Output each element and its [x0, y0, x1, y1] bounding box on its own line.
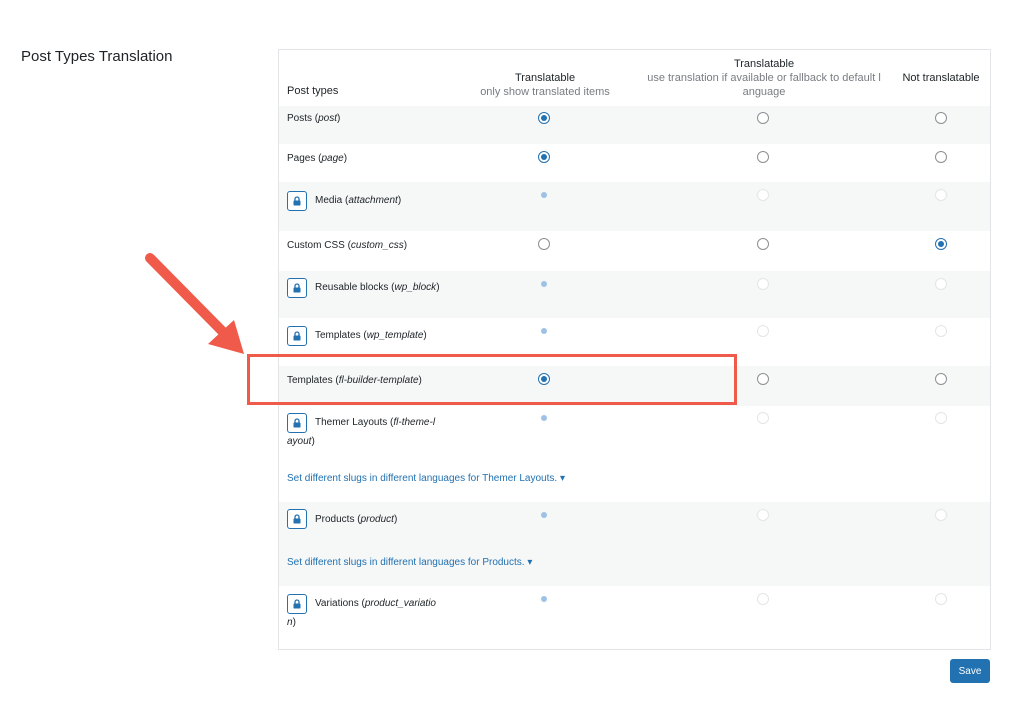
table-row: Products (product) Set different slugs i… [279, 502, 990, 586]
caret-down-icon: ▾ [527, 557, 533, 568]
table-row: Posts (post) [279, 106, 990, 144]
lock-icon[interactable] [287, 594, 307, 614]
row-label-wrap: ayout) [287, 436, 315, 447]
radio-not-translatable [935, 412, 947, 424]
header-not-translatable: Not translatable [891, 71, 991, 85]
section-title: Post Types Translation [21, 48, 173, 65]
row-label: Themer Layouts (fl-theme-l [315, 417, 436, 428]
table-row: Custom CSS (custom_css) [279, 231, 990, 271]
table-header: Post types Translatable only show transl… [279, 50, 990, 107]
radio-translatable-fallback[interactable] [757, 238, 769, 250]
header-col2-title: Translatable [733, 58, 795, 70]
caret-down-icon: ▾ [559, 473, 565, 484]
table-row: Reusable blocks (wp_block) [279, 271, 990, 318]
radio-not-translatable [935, 189, 947, 201]
lock-icon[interactable] [287, 413, 307, 433]
radio-translatable [538, 325, 550, 337]
row-label: Posts (post) [287, 113, 341, 124]
header-translatable-only: Translatable only show translated items [465, 71, 625, 99]
table-row: Pages (page) [279, 144, 990, 182]
table-row: Variations (product_variatio n) [279, 586, 990, 649]
lock-icon[interactable] [287, 326, 307, 346]
row-label: Custom CSS (custom_css) [287, 240, 408, 251]
row-label: Media (attachment) [315, 195, 402, 206]
radio-translatable [538, 593, 550, 605]
row-label: Pages (page) [287, 153, 348, 164]
radio-translatable-fallback [757, 278, 769, 290]
radio-not-translatable [935, 509, 947, 521]
table-row: Themer Layouts (fl-theme-l ayout) Set di… [279, 406, 990, 502]
header-col1-sub: only show translated items [480, 86, 610, 98]
radio-not-translatable [935, 593, 947, 605]
radio-not-translatable[interactable] [935, 112, 947, 124]
radio-translatable-fallback[interactable] [757, 112, 769, 124]
lock-icon[interactable] [287, 509, 307, 529]
radio-not-translatable [935, 278, 947, 290]
header-col2-sub-line2: anguage [742, 86, 786, 98]
header-translatable-fallback: Translatable use translation if availabl… [639, 57, 889, 99]
row-label: Variations (product_variatio [315, 598, 436, 609]
table-row: Media (attachment) [279, 182, 990, 231]
row-label-wrap: n) [287, 617, 296, 628]
products-slugs-link[interactable]: Set different slugs in different languag… [287, 557, 532, 568]
radio-translatable[interactable] [538, 238, 550, 250]
themer-slugs-link[interactable]: Set different slugs in different languag… [287, 473, 565, 484]
row-label: Templates (wp_template) [315, 330, 427, 341]
radio-translatable-fallback[interactable] [757, 151, 769, 163]
save-button[interactable]: Save [950, 659, 990, 683]
radio-translatable-fallback [757, 509, 769, 521]
row-label: Reusable blocks (wp_block) [315, 282, 440, 293]
radio-translatable[interactable] [538, 112, 550, 124]
row-label: Products (product) [315, 514, 398, 525]
radio-not-translatable[interactable] [935, 151, 947, 163]
radio-translatable-fallback [757, 189, 769, 201]
radio-translatable [538, 189, 550, 201]
annotation-highlight-box [247, 354, 737, 405]
radio-translatable-fallback [757, 412, 769, 424]
radio-not-translatable[interactable] [935, 238, 947, 250]
header-col3-title: Not translatable [902, 72, 980, 84]
header-post-types: Post types [287, 85, 339, 97]
radio-translatable-fallback[interactable] [757, 373, 769, 385]
radio-not-translatable [935, 325, 947, 337]
radio-not-translatable[interactable] [935, 373, 947, 385]
radio-translatable[interactable] [538, 151, 550, 163]
radio-translatable [538, 412, 550, 424]
lock-icon[interactable] [287, 278, 307, 298]
radio-translatable [538, 278, 550, 290]
header-col1-title: Translatable [514, 72, 576, 84]
header-col2-sub-line1: use translation if available or fallback… [647, 72, 881, 84]
radio-translatable [538, 509, 550, 521]
radio-translatable-fallback [757, 325, 769, 337]
post-types-table: Post types Translatable only show transl… [278, 49, 991, 650]
radio-translatable-fallback [757, 593, 769, 605]
lock-icon[interactable] [287, 191, 307, 211]
